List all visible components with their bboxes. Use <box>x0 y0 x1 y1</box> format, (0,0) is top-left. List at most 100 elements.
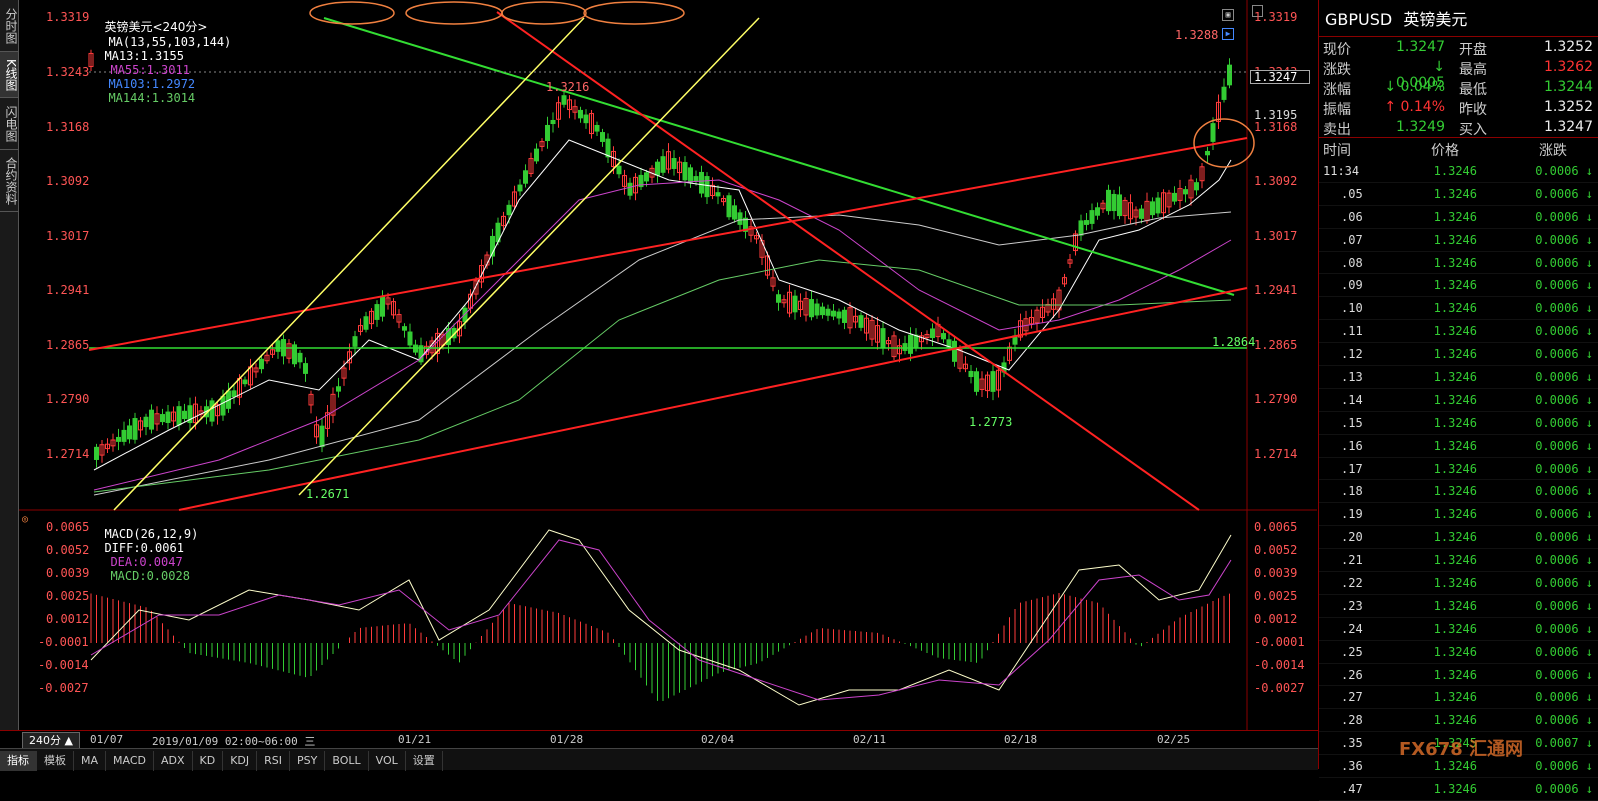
tick-change: 0.0006 ↓ <box>1535 278 1593 293</box>
left-macd-tick: -0.0001 <box>38 635 89 649</box>
tick-change: 0.0006 ↓ <box>1535 644 1593 659</box>
tick-time: 11:34 <box>1323 164 1360 178</box>
tick-time: .26 <box>1341 667 1363 682</box>
tick-time: .19 <box>1341 507 1363 522</box>
tick-time: .07 <box>1341 232 1363 247</box>
tick-time: .12 <box>1341 347 1363 362</box>
quote-row: 卖出 1.3249 买入 1.3247 <box>1319 117 1598 138</box>
tick-price: 1.3246 <box>1433 621 1477 636</box>
tick-time: .36 <box>1341 759 1363 774</box>
tick-row: .23 1.3246 0.0006 ↓ <box>1319 595 1598 618</box>
tick-change: 0.0006 ↓ <box>1535 484 1593 499</box>
tab-macd[interactable]: MACD <box>106 751 154 771</box>
quote-label: 买入 <box>1459 122 1487 138</box>
tab-indicators[interactable]: 指标 <box>0 751 37 771</box>
tab-templates[interactable]: 模板 <box>37 751 74 771</box>
tab-vol[interactable]: VOL <box>369 751 406 771</box>
left-macd-tick: -0.0027 <box>38 681 89 695</box>
tick-row: .17 1.3246 0.0006 ↓ <box>1319 458 1598 481</box>
quote-value: 1.3252 <box>1544 39 1593 55</box>
right-macd-tick: -0.0014 <box>1254 658 1305 672</box>
tick-time: .13 <box>1341 370 1363 385</box>
quote-value: ↑ 0.14% <box>1384 99 1445 115</box>
tick-time: .25 <box>1341 644 1363 659</box>
tick-time: .22 <box>1341 576 1363 591</box>
left-macd-tick: 0.0039 <box>46 566 90 580</box>
tick-row: .07 1.3246 0.0006 ↓ <box>1319 229 1598 252</box>
tick-change: 0.0006 ↓ <box>1535 576 1593 591</box>
left-macd-tick: 0.0052 <box>46 543 90 557</box>
tab-psy[interactable]: PSY <box>290 751 326 771</box>
date-axis-bar: 240分 ▲ 01/07 2019/01/09 02:00~06:00 三 01… <box>0 730 1318 749</box>
tick-time: .18 <box>1341 484 1363 499</box>
tick-price: 1.3246 <box>1433 759 1477 774</box>
right-macd-tick: 0.0039 <box>1254 566 1298 580</box>
tick-time: .10 <box>1341 301 1363 316</box>
quote-label: 最高 <box>1459 62 1487 78</box>
tick-time: .23 <box>1341 598 1363 613</box>
tick-price: 1.3246 <box>1433 461 1477 476</box>
tick-row: .12 1.3246 0.0006 ↓ <box>1319 343 1598 367</box>
tab-rsi[interactable]: RSI <box>257 751 291 771</box>
tick-price: 1.3246 <box>1433 507 1477 522</box>
tick-price: 1.3246 <box>1433 278 1477 293</box>
tick-time: .28 <box>1341 713 1363 728</box>
tick-price: 1.3246 <box>1433 301 1477 316</box>
tick-time: .47 <box>1341 782 1363 797</box>
tab-kd[interactable]: KD <box>193 751 224 771</box>
tick-change: 0.0006 ↓ <box>1535 759 1593 774</box>
quote-value: 1.3247 <box>1396 39 1445 55</box>
tick-row: .18 1.3246 0.0006 ↓ <box>1319 480 1598 504</box>
tick-change: 0.0006 ↓ <box>1535 598 1593 613</box>
tick-price: 1.3246 <box>1433 392 1477 407</box>
tick-price: 1.3246 <box>1433 484 1477 499</box>
tick-row: .14 1.3246 0.0006 ↓ <box>1319 389 1598 412</box>
tick-row: .24 1.3246 0.0006 ↓ <box>1319 618 1598 641</box>
tick-row: .05 1.3246 0.0006 ↓ <box>1319 183 1598 206</box>
tick-price: 1.3246 <box>1433 690 1477 705</box>
tick-time: .08 <box>1341 255 1363 270</box>
right-macd-tick: 0.0065 <box>1254 520 1298 534</box>
period-selector[interactable]: 240分 ▲ <box>22 732 80 749</box>
tab-kdj[interactable]: KDJ <box>223 751 258 771</box>
tick-change: 0.0006 ↓ <box>1535 782 1593 797</box>
tick-price: 1.3246 <box>1433 324 1477 339</box>
symbol-name: 英镑美元 <box>1403 10 1468 29</box>
tick-time: .24 <box>1341 621 1363 636</box>
quote-value: 1.3247 <box>1544 119 1593 135</box>
tick-row: .28 1.3246 0.0006 ↓ <box>1319 709 1598 733</box>
tick-time: .20 <box>1341 530 1363 545</box>
left-macd-tick: 0.0012 <box>46 612 90 626</box>
tick-row: .21 1.3246 0.0006 ↓ <box>1319 549 1598 573</box>
tick-time: .14 <box>1341 392 1363 407</box>
tick-header-price: 价格 <box>1431 143 1459 159</box>
tab-ma[interactable]: MA <box>74 751 107 771</box>
left-macd-tick: 0.0025 <box>46 589 90 603</box>
tick-time: .21 <box>1341 553 1363 568</box>
tick-row: .22 1.3246 0.0006 ↓ <box>1319 572 1598 595</box>
tick-time: .11 <box>1341 324 1363 339</box>
tick-change: 0.0006 ↓ <box>1535 209 1593 224</box>
tick-change: 0.0006 ↓ <box>1535 621 1593 636</box>
quote-label: 现价 <box>1323 42 1351 58</box>
tick-list[interactable]: 11:34 1.3246 0.0006 ↓ .05 1.3246 0.0006 ↓ .06 1… <box>1319 160 1598 801</box>
left-macd-tick: 0.0065 <box>46 520 90 534</box>
watermark-logo: FX678 汇通网 <box>1399 739 1524 760</box>
tick-change: 0.0006 ↓ <box>1535 186 1593 201</box>
tick-price: 1.3246 <box>1433 347 1477 362</box>
tab-adx[interactable]: ADX <box>154 751 193 771</box>
tab-settings[interactable]: 设置 <box>406 751 443 771</box>
quote-row: 振幅 ↑ 0.14% 昨收 1.3252 <box>1319 97 1598 118</box>
tick-time: .05 <box>1341 186 1363 201</box>
tick-row: .26 1.3246 0.0006 ↓ <box>1319 664 1598 687</box>
tick-change: 0.0006 ↓ <box>1535 255 1593 270</box>
tick-change: 0.0006 ↓ <box>1535 392 1593 407</box>
tick-row: .47 1.3246 0.0006 ↓ <box>1319 778 1598 801</box>
left-macd-tick: -0.0014 <box>38 658 89 672</box>
quote-label: 最低 <box>1459 82 1487 98</box>
tick-price: 1.3246 <box>1433 553 1477 568</box>
tick-time: .09 <box>1341 278 1363 293</box>
tab-boll[interactable]: BOLL <box>325 751 369 771</box>
right-macd-tick: 0.0025 <box>1254 589 1298 603</box>
tick-row: .11 1.3246 0.0006 ↓ <box>1319 320 1598 344</box>
